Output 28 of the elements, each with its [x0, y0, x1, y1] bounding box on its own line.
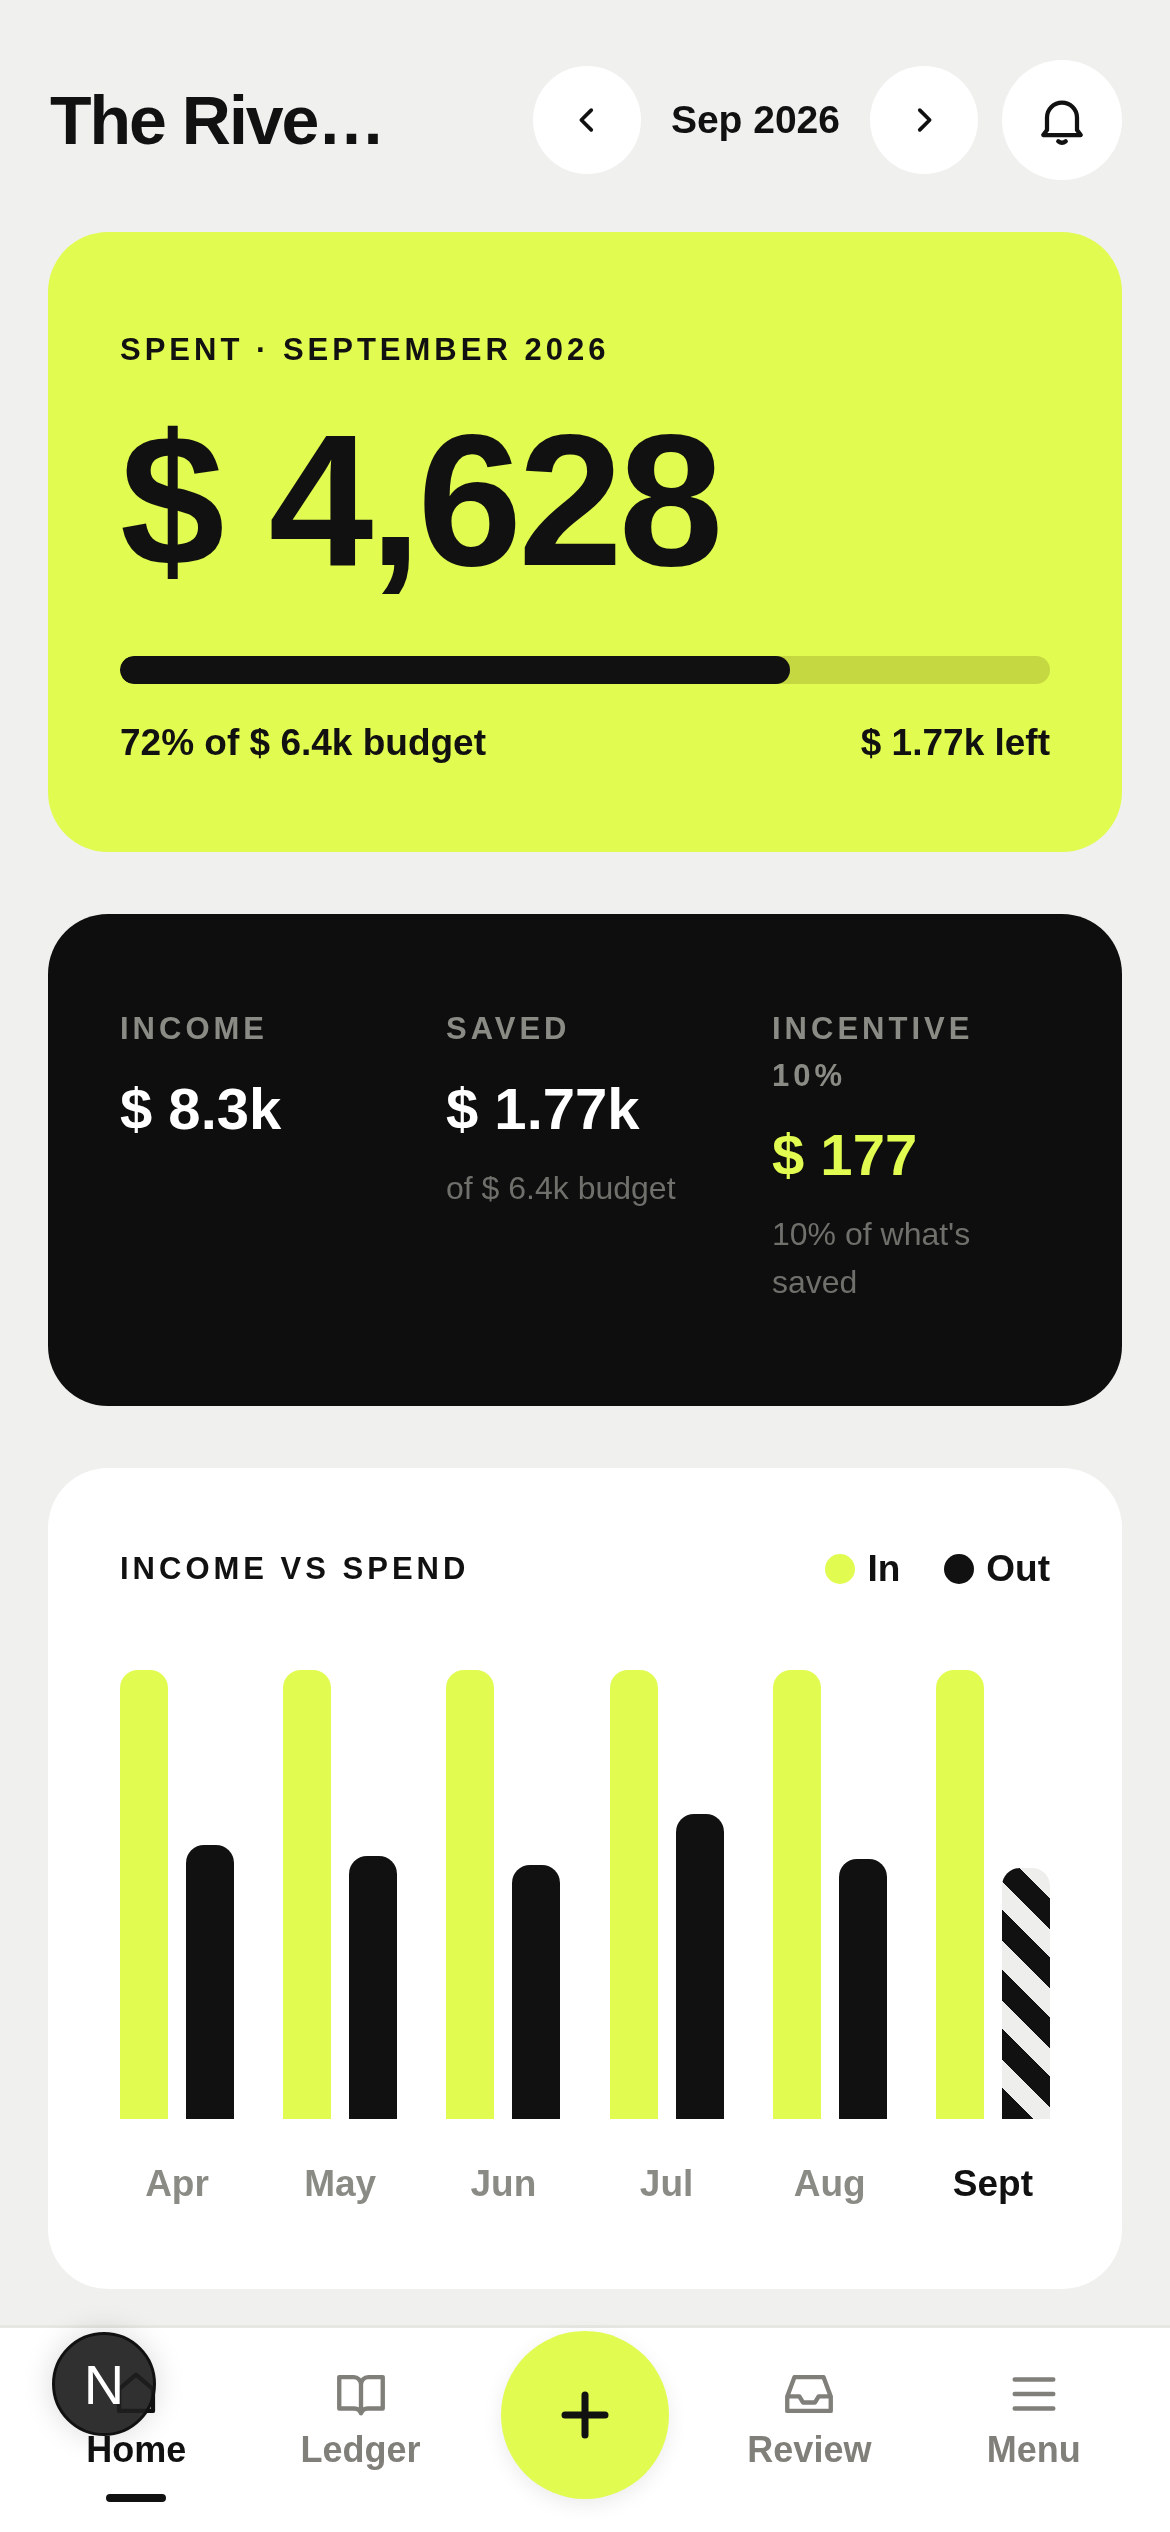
spent-amount: $ 4,628	[120, 406, 721, 594]
stat-note: of $ 6.4k budget	[446, 1168, 677, 1208]
active-tab-indicator	[106, 2494, 167, 2502]
dev-tools-overlay[interactable]: N	[52, 2332, 156, 2436]
stat-label: INCENTIVE 10%	[772, 1010, 975, 1095]
page-title: The Rive…	[50, 81, 385, 159]
month-axis-label: Sept	[952, 2163, 1034, 2205]
stat-value: $ 8.3k	[120, 1074, 283, 1142]
budget-usage-text: 72% of $ 6.4k budget	[120, 722, 486, 764]
legend-label: Out	[986, 1548, 1050, 1590]
month-axis-label: Aug	[793, 2163, 866, 2205]
stat-label: SAVED	[446, 1010, 572, 1048]
budget-left-text: $ 1.77k left	[860, 722, 1050, 764]
stat-value: $ 1.77k	[446, 1074, 641, 1142]
nav-tab[interactable]: Ledger	[300, 2365, 421, 2471]
nav-tab[interactable]: Menu	[986, 2365, 1081, 2471]
spent-label: SPENT · SEPTEMBER 2026	[120, 332, 611, 368]
month-axis-label: Jul	[639, 2163, 694, 2205]
month-axis-label: May	[304, 2163, 377, 2205]
nav-tab[interactable]: Review	[747, 2365, 872, 2471]
month-axis-label: Apr	[145, 2163, 209, 2205]
chart-title: INCOME VS SPEND	[120, 1551, 470, 1587]
month-label: Sep 2026	[670, 98, 840, 142]
stat-note: 10% of what's saved	[772, 1215, 972, 1302]
stat-value: $ 177	[772, 1121, 919, 1188]
stat-label: INCOME	[120, 1010, 269, 1048]
month-axis-label: Jun	[470, 2163, 537, 2205]
legend-label: In	[867, 1548, 901, 1590]
